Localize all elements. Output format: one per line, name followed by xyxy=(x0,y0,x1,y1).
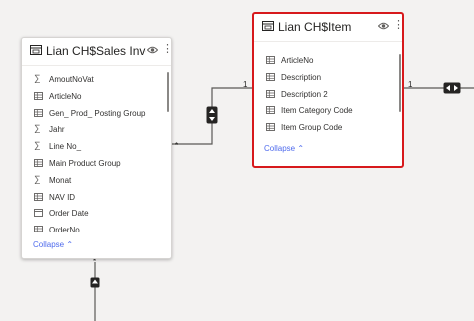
filter-direction-icon[interactable] xyxy=(90,277,100,288)
sum-icon: ∑ xyxy=(34,140,41,151)
cardinality-one-label: 1 xyxy=(408,80,413,89)
field-label: Description xyxy=(281,72,322,82)
sum-icon: ∑ xyxy=(34,73,41,83)
field-row[interactable]: Item Group Code xyxy=(254,119,402,136)
cardinality-many-label: * xyxy=(175,141,179,150)
field-row[interactable]: Main Product Group xyxy=(22,155,171,172)
field-row[interactable]: Item Category Code xyxy=(254,102,402,119)
bidirectional-filter-icon[interactable] xyxy=(206,106,218,124)
cardinality-one-label: 1 xyxy=(243,80,248,89)
field-label: Main Product Group xyxy=(49,158,121,168)
field-label: Item Category Code xyxy=(281,106,353,116)
calendar-icon xyxy=(34,209,43,218)
table-icon xyxy=(30,45,42,55)
table-card-sales-invoice[interactable]: Lian CH$Sales Invoice... ⋮ ∑ AmoutNoVat Ar… xyxy=(21,37,172,259)
field-row[interactable]: Description xyxy=(254,69,402,86)
field-label: OrderNo xyxy=(49,226,80,232)
table-icon xyxy=(266,106,275,115)
table-icon xyxy=(34,226,43,232)
field-row[interactable]: Description 2 xyxy=(254,86,402,103)
field-list: ArticleNo Description Description 2 Item Ca… xyxy=(254,52,402,137)
sum-icon: ∑ xyxy=(34,123,41,134)
field-row[interactable]: ArticleNo xyxy=(254,52,402,69)
field-list: ∑ AmoutNoVat ArticleNo Gen_ Prod_ Posting G… xyxy=(22,71,171,232)
field-row[interactable]: NAV ID xyxy=(22,189,171,206)
model-canvas[interactable]: * 1 1 * Lian CH$Sales Invoice... ⋮ ∑Amou… xyxy=(0,0,474,321)
bidirectional-filter-icon[interactable] xyxy=(443,82,461,94)
table-icon xyxy=(34,192,43,201)
table-icon xyxy=(266,72,275,81)
table-card-header[interactable]: Lian CH$Sales Invoice... ⋮ xyxy=(22,38,171,64)
table-icon xyxy=(34,91,43,100)
field-label: Description 2 xyxy=(281,89,328,99)
table-icon xyxy=(266,89,275,98)
field-label: Line No_ xyxy=(49,142,82,152)
field-label: AmoutNoVat xyxy=(49,75,94,84)
visibility-icon[interactable] xyxy=(147,45,158,55)
more-options-icon[interactable]: ⋮ xyxy=(162,42,171,56)
table-card-header[interactable]: Lian CH$Item ⋮ xyxy=(254,14,402,40)
field-label: NAV ID xyxy=(49,192,76,202)
table-icon xyxy=(262,21,274,31)
more-options-icon[interactable]: ⋮ xyxy=(393,18,402,32)
field-row[interactable]: ∑ Jahr xyxy=(22,121,171,138)
field-row[interactable]: Main Item Group Code xyxy=(254,136,402,137)
field-row[interactable]: Order Date xyxy=(22,205,171,222)
field-label: Gen_ Prod_ Posting Group xyxy=(49,108,146,118)
field-label: ArticleNo xyxy=(281,56,314,65)
field-row[interactable]: Gen_ Prod_ Posting Group xyxy=(22,105,171,122)
field-row[interactable]: ∑ AmoutNoVat xyxy=(22,71,171,88)
field-label: Item Group Code xyxy=(281,123,343,133)
sum-icon: ∑ xyxy=(34,173,41,184)
field-row[interactable]: ∑ Line No_ xyxy=(22,138,171,155)
table-card-item[interactable]: Lian CH$Item ⋮ ArticleNo Description Descr… xyxy=(252,12,404,168)
table-icon xyxy=(34,159,43,167)
table-icon xyxy=(266,56,275,64)
visibility-icon[interactable] xyxy=(378,21,389,31)
scrollbar[interactable] xyxy=(399,54,401,112)
header-divider xyxy=(22,65,171,66)
collapse-button[interactable]: Collapse ⌃ xyxy=(264,144,304,153)
field-row[interactable]: ArticleNo xyxy=(22,88,171,105)
field-row[interactable]: OrderNo xyxy=(22,222,171,232)
header-divider xyxy=(254,41,402,42)
field-label: Jahr xyxy=(49,125,65,135)
table-card-title: Lian CH$Item xyxy=(278,20,352,34)
field-row[interactable]: ∑ Monat xyxy=(22,172,171,189)
field-label: Order Date xyxy=(49,209,89,219)
scrollbar[interactable] xyxy=(167,72,169,112)
table-icon xyxy=(266,123,275,132)
collapse-button[interactable]: Collapse ⌃ xyxy=(33,240,73,249)
table-icon xyxy=(34,108,43,117)
field-label: Monat xyxy=(49,175,72,185)
table-card-title: Lian CH$Sales Invoice... xyxy=(46,44,146,58)
field-label: ArticleNo xyxy=(49,91,82,101)
